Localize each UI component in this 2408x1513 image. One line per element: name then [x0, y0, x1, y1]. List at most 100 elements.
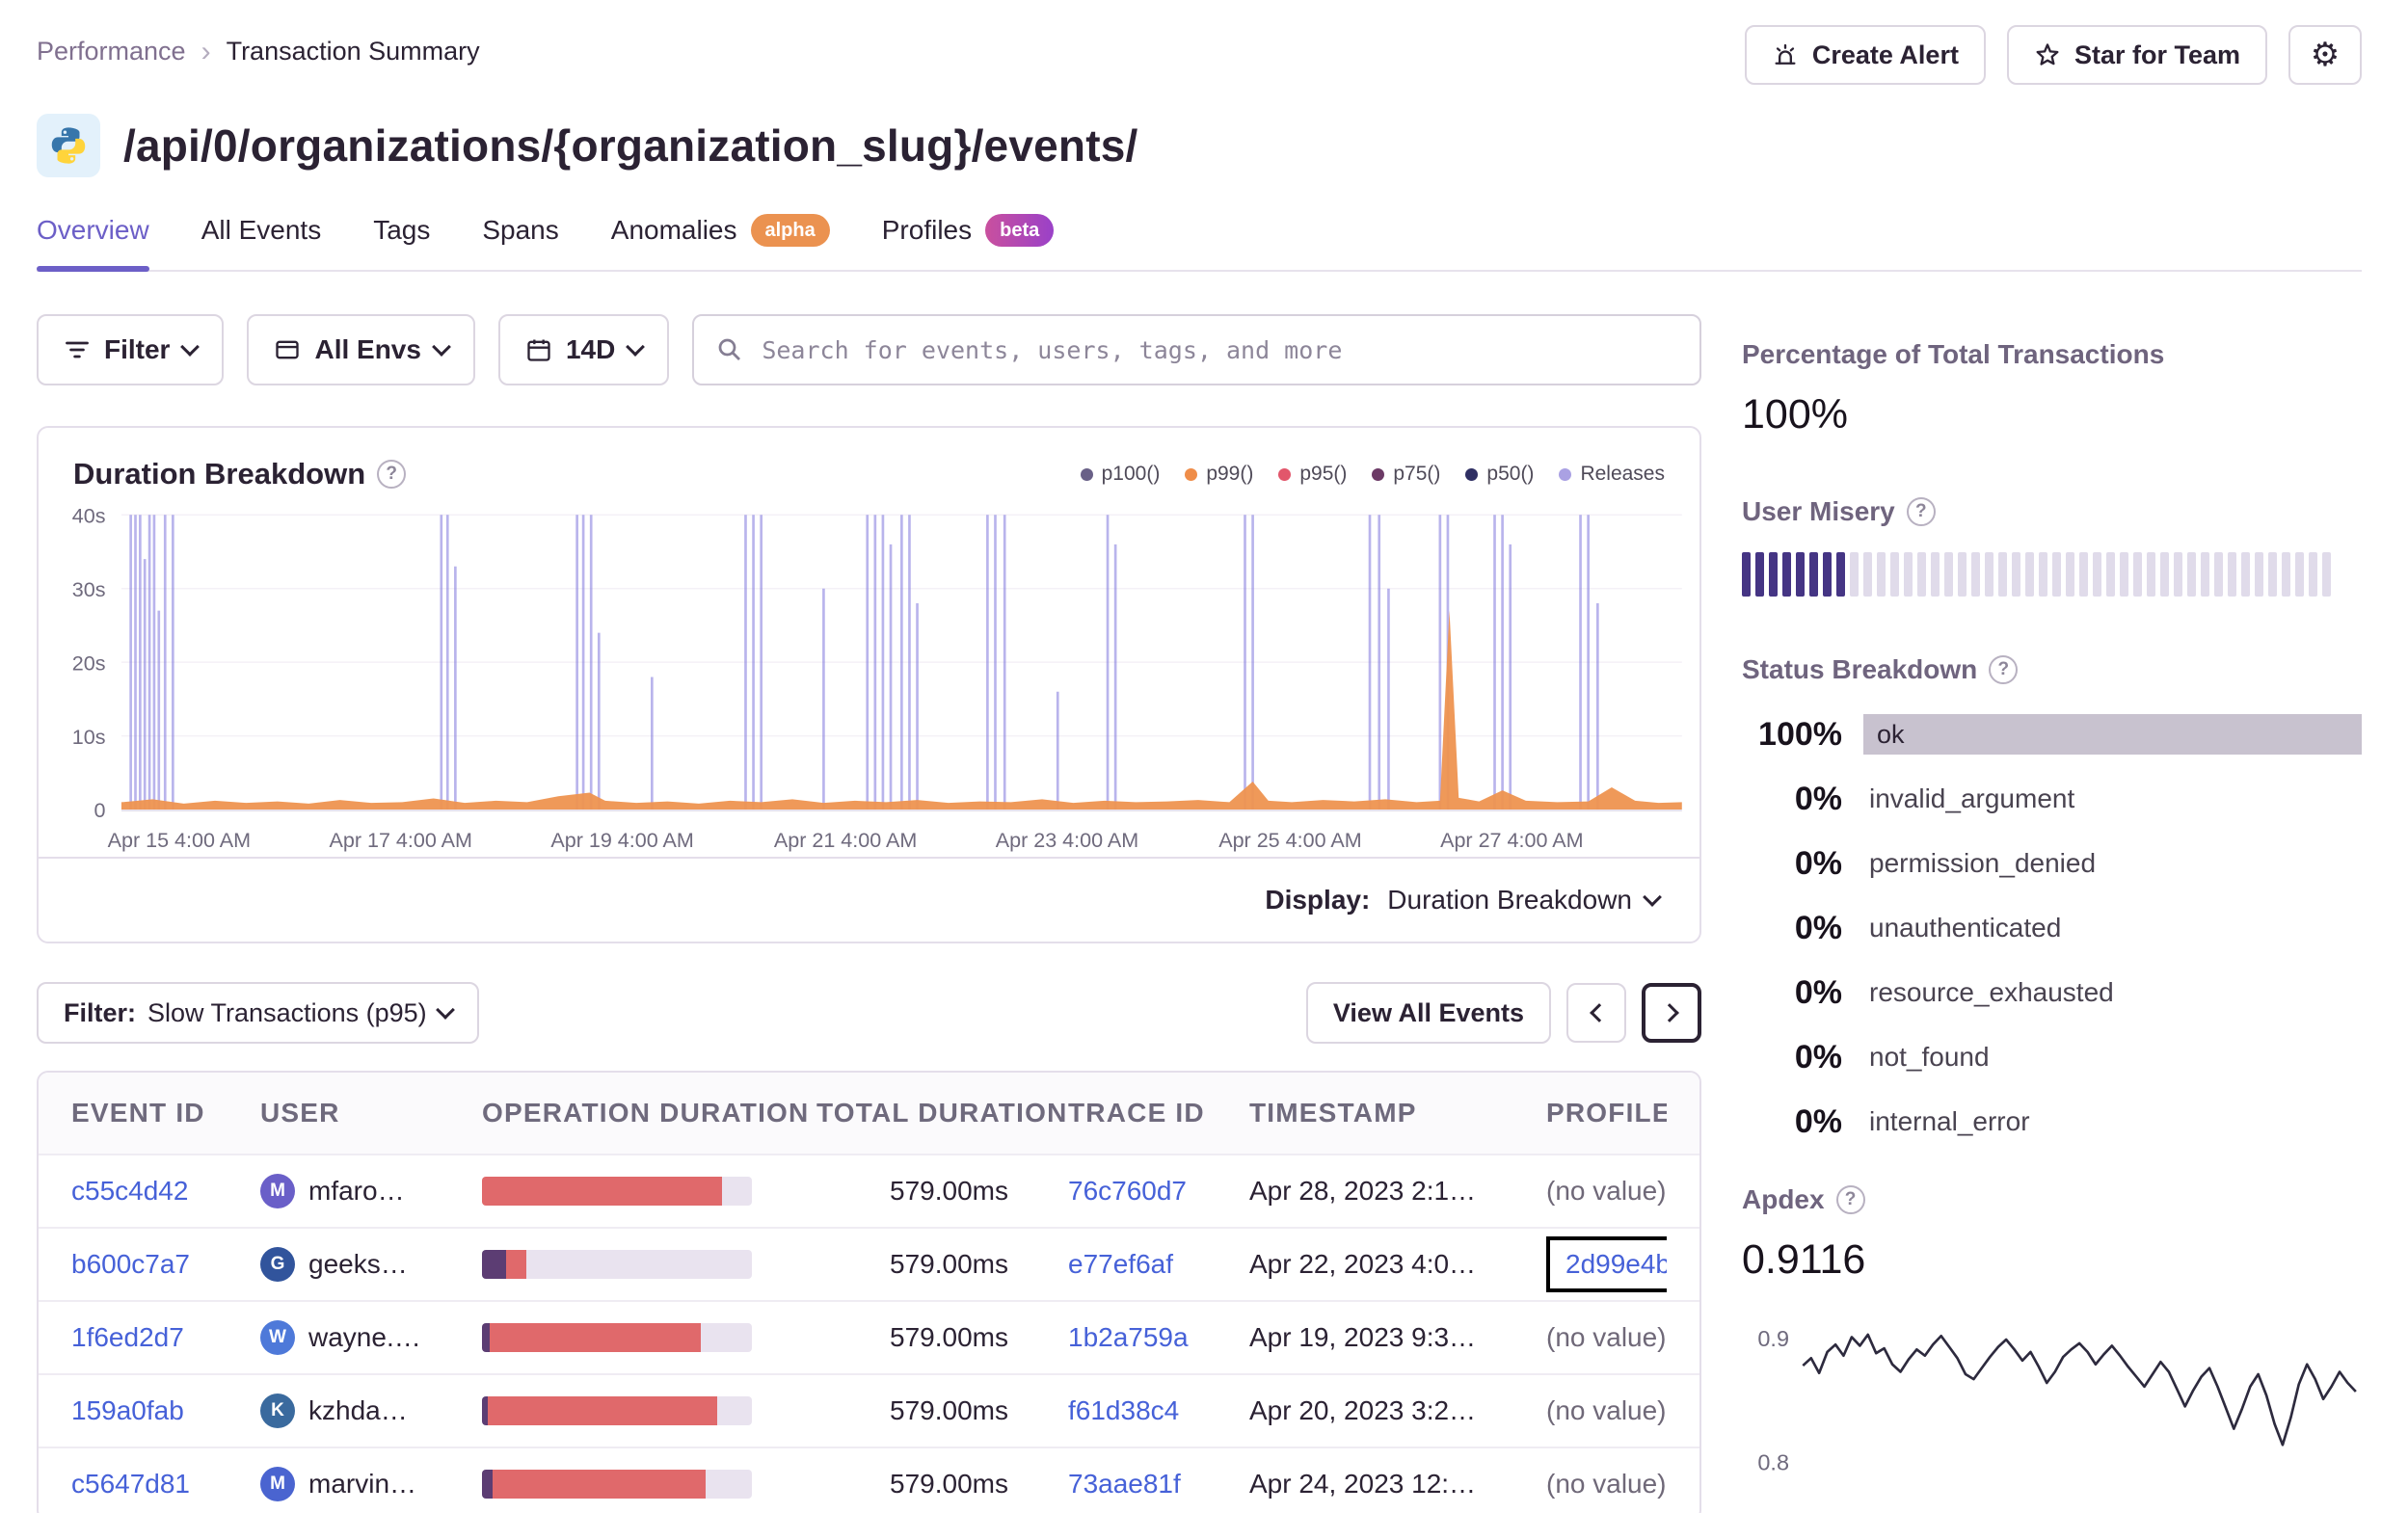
tab-spans[interactable]: Spans	[482, 214, 558, 270]
status-percent: 0%	[1794, 1038, 1842, 1075]
profile-cell: (no value)	[1546, 1395, 1667, 1426]
user-misery-help-icon[interactable]: ?	[1906, 497, 1936, 526]
column-header-timestamp: TIMESTAMP	[1249, 1098, 1417, 1128]
status-percent: 0%	[1794, 1102, 1842, 1140]
misery-bar	[2012, 552, 2020, 597]
status-ok-bar: ok	[1863, 714, 2362, 755]
search-icon	[715, 335, 744, 364]
apdex-help-icon[interactable]: ?	[1835, 1185, 1865, 1214]
event-id-link[interactable]: 159a0fab	[71, 1395, 184, 1425]
svg-text:20s: 20s	[72, 651, 106, 675]
misery-bar	[2255, 552, 2263, 597]
status-breakdown-help-icon[interactable]: ?	[1989, 655, 2019, 684]
search-input[interactable]	[760, 334, 1678, 365]
misery-bar	[1809, 552, 1818, 597]
profile-link[interactable]: 2d99e4b2	[1565, 1249, 1667, 1279]
event-id-link[interactable]: c55c4d42	[71, 1176, 188, 1206]
misery-bar	[2214, 552, 2223, 597]
tab-anomalies[interactable]: Anomalies alpha	[611, 214, 830, 270]
display-selector[interactable]: Duration Breakdown	[1381, 884, 1665, 916]
legend-item-p99[interactable]: p99()	[1185, 463, 1253, 486]
apdex-chart: 0.9 0.8	[1757, 1326, 2357, 1474]
legend-item-Releases[interactable]: Releases	[1559, 463, 1665, 486]
search-box	[692, 314, 1701, 385]
misery-bar	[2201, 552, 2209, 597]
duration-breakdown-help-icon[interactable]: ?	[377, 460, 407, 489]
chevron-down-icon	[432, 336, 451, 357]
date-range-selector[interactable]: 14D	[497, 314, 670, 385]
table-header-row: EVENT ID USER OPERATION DURATION?TOTAL DUR…	[39, 1073, 1699, 1155]
trace-id-link[interactable]: 73aae81f	[1068, 1469, 1181, 1499]
svg-text:Apr 27 4:00 AM: Apr 27 4:00 AM	[1440, 829, 1583, 852]
trace-id-link[interactable]: e77ef6af	[1068, 1249, 1173, 1279]
legend-label: p99()	[1206, 463, 1254, 485]
misery-bar	[2147, 552, 2155, 597]
tab-overview[interactable]: Overview	[37, 214, 149, 272]
misery-bar	[1971, 552, 1980, 597]
tab-profiles[interactable]: Profiles beta	[882, 214, 1055, 270]
title-row: /api/0/organizations/{organization_slug}…	[0, 85, 2408, 177]
star-for-team-label: Star for Team	[2074, 40, 2240, 69]
trace-id-link[interactable]: f61d38c4	[1068, 1395, 1179, 1425]
event-id-link[interactable]: b600c7a7	[71, 1249, 190, 1279]
event-id-cell: c55c4d42	[71, 1176, 260, 1207]
environment-selector[interactable]: All Envs	[247, 314, 475, 385]
timestamp-cell: Apr 20, 2023 3:2…	[1249, 1395, 1477, 1426]
legend-item-p75[interactable]: p75()	[1372, 463, 1440, 486]
pager-previous-button[interactable]	[1566, 983, 1626, 1044]
view-all-events-button[interactable]: View All Events	[1305, 982, 1551, 1045]
misery-bar	[2241, 552, 2250, 597]
profile-cell: 2d99e4b2	[1546, 1236, 1667, 1293]
total-duration-cell: 579.00ms	[890, 1249, 1008, 1280]
tab-tags[interactable]: Tags	[373, 214, 430, 270]
avatar: W	[260, 1320, 295, 1356]
tab-all-events[interactable]: All Events	[201, 214, 322, 270]
legend-label: p100()	[1101, 463, 1161, 485]
status-row-ok: 100% ok	[1742, 714, 2362, 755]
trace-id-link[interactable]: 76c760d7	[1068, 1176, 1187, 1206]
user-misery-bars	[1742, 552, 2362, 597]
legend-dot	[1080, 467, 1093, 481]
main-column: Filter All Envs 14D Search for events, u…	[37, 314, 1701, 1513]
profile-no-value: (no value)	[1546, 1176, 1667, 1207]
operation-duration-bar	[482, 1470, 752, 1500]
misery-bar	[1890, 552, 1899, 597]
legend-item-p100[interactable]: p100()	[1080, 463, 1161, 486]
chart-panel-footer: Display: Duration Breakdown	[39, 857, 1699, 942]
status-percent: 0%	[1794, 973, 1842, 1011]
legend-item-p95[interactable]: p95()	[1278, 463, 1347, 486]
misery-bar	[1931, 552, 1940, 597]
status-label: permission_denied	[1869, 848, 2097, 878]
trace-id-cell: e77ef6af	[1068, 1249, 1249, 1280]
event-id-link[interactable]: c5647d81	[71, 1469, 190, 1499]
breadcrumb-performance-link[interactable]: Performance	[37, 37, 186, 66]
misery-bar	[2228, 552, 2236, 597]
misery-bar	[2133, 552, 2142, 597]
transaction-filter-selector[interactable]: Filter: Slow Transactions (p95)	[37, 982, 479, 1045]
transaction-filter-value: Slow Transactions (p95)	[147, 997, 427, 1027]
column-header-trace-id: TRACE ID	[1068, 1098, 1205, 1128]
duration-segment	[482, 1323, 491, 1353]
pager-next-button[interactable]	[1642, 983, 1701, 1044]
filter-button[interactable]: Filter	[37, 314, 225, 385]
duration-breakdown-panel: Duration Breakdown ? p100() p99() p95() p75…	[37, 426, 1701, 944]
date-range-label: 14D	[565, 334, 616, 364]
user-name: geeks…	[308, 1249, 408, 1280]
total-duration-cell: 579.00ms	[890, 1176, 1008, 1207]
star-for-team-button[interactable]: Star for Team	[2006, 25, 2267, 85]
legend-item-p50[interactable]: p50()	[1465, 463, 1534, 486]
status-row-resource_exhausted: 0% resource_exhausted	[1742, 972, 2362, 1013]
timestamp-cell: Apr 24, 2023 12:…	[1249, 1469, 1477, 1500]
create-alert-button[interactable]: Create Alert	[1744, 25, 1986, 85]
event-id-link[interactable]: 1f6ed2d7	[71, 1322, 184, 1352]
table-row: 1f6ed2d7 Wwayne.… 579.00ms 1b2a759a Apr 19, …	[39, 1300, 1699, 1373]
apdex-value: 0.9116	[1742, 1236, 1866, 1283]
settings-button[interactable]: ⚙	[2288, 25, 2362, 85]
apdex-heading: Apdex ?	[1742, 1184, 2362, 1215]
apdex-label: Apdex	[1742, 1184, 1825, 1214]
misery-bar	[2039, 552, 2047, 597]
user-cell: Kkzhda…	[260, 1394, 482, 1429]
legend-label: p75()	[1393, 463, 1441, 485]
transaction-summary-page: Performance › Transaction Summary Create…	[0, 0, 2408, 1513]
trace-id-link[interactable]: 1b2a759a	[1068, 1322, 1189, 1352]
